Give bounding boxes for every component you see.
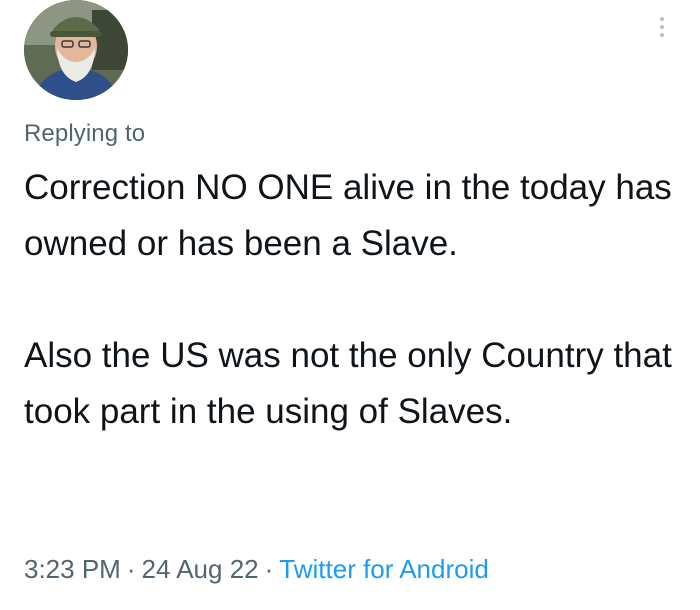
more-options-button[interactable] <box>652 12 672 42</box>
more-vertical-icon <box>660 33 664 37</box>
tweet-paragraph: Also the US was not the only Country tha… <box>24 336 672 431</box>
tweet-text: Correction NO ONE alive in the today has… <box>24 160 674 440</box>
separator: · <box>126 554 136 584</box>
tweet-date[interactable]: 24 Aug 22 <box>142 554 259 584</box>
tweet-source-link[interactable]: Twitter for Android <box>279 554 489 584</box>
replying-to-label: Replying to <box>24 120 146 147</box>
avatar[interactable] <box>24 0 128 100</box>
more-vertical-icon <box>660 17 664 21</box>
separator: · <box>264 554 274 584</box>
profile-photo <box>24 0 128 100</box>
more-vertical-icon <box>660 25 664 29</box>
tweet-metadata: 3:23 PM · 24 Aug 22 · Twitter for Android <box>24 554 489 585</box>
tweet-time[interactable]: 3:23 PM <box>24 554 121 584</box>
tweet-paragraph: Correction NO ONE alive in the today has… <box>24 168 672 263</box>
